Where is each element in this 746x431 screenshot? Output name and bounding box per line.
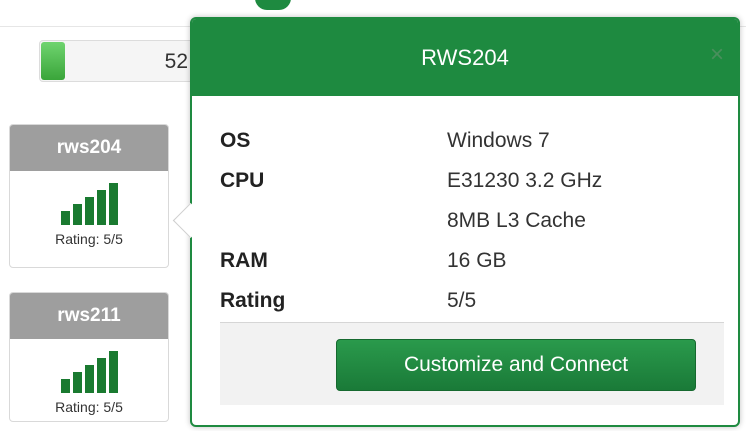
spec-value: 8MB L3 Cache: [447, 209, 586, 232]
workstation-name: rws211: [10, 293, 168, 339]
popover-footer: Customize and Connect: [220, 322, 724, 405]
signal-strength-icon: [10, 351, 168, 393]
popover-header: RWS204 ×: [192, 19, 738, 96]
popover-title: RWS204: [421, 44, 509, 70]
spec-list: OS Windows 7 CPU E31230 3.2 GHz 8MB L3 C…: [220, 129, 700, 329]
spec-label: RAM: [220, 249, 268, 272]
spec-label: OS: [220, 129, 251, 152]
workstation-details-popover: RWS204 × OS Windows 7 CPU E31230 3.2 GHz…: [172, 17, 740, 427]
spec-value: 5/5: [447, 289, 477, 312]
progress-fill: [41, 42, 65, 80]
spec-value: 16 GB: [447, 249, 507, 272]
close-icon[interactable]: ×: [710, 43, 724, 67]
spec-value: E31230 3.2 GHz: [447, 169, 603, 192]
workstation-rating: Rating: 5/5: [55, 231, 123, 247]
signal-strength-icon: [10, 183, 168, 225]
workstation-card-rws211[interactable]: rws211 Rating: 5/5: [9, 292, 169, 422]
spec-label: CPU: [220, 169, 265, 192]
workstation-card-rws204[interactable]: rws204 Rating: 5/5: [9, 124, 169, 268]
spec-label: Rating: [220, 289, 286, 312]
usage-progress-bar: 52: [39, 40, 209, 82]
popover-arrow: [172, 202, 209, 239]
spec-row-cpu-cache: 8MB L3 Cache: [220, 209, 700, 249]
progress-value: 52: [164, 50, 188, 73]
workstation-name: rws204: [10, 125, 168, 171]
spec-row-cpu: CPU E31230 3.2 GHz: [220, 169, 700, 209]
active-tab-indicator[interactable]: [255, 0, 291, 10]
customize-and-connect-button[interactable]: Customize and Connect: [336, 339, 696, 391]
spec-row-os: OS Windows 7: [220, 129, 700, 169]
spec-row-ram: RAM 16 GB: [220, 249, 700, 289]
workstation-rating: Rating: 5/5: [55, 399, 123, 415]
spec-value: Windows 7: [447, 129, 550, 152]
